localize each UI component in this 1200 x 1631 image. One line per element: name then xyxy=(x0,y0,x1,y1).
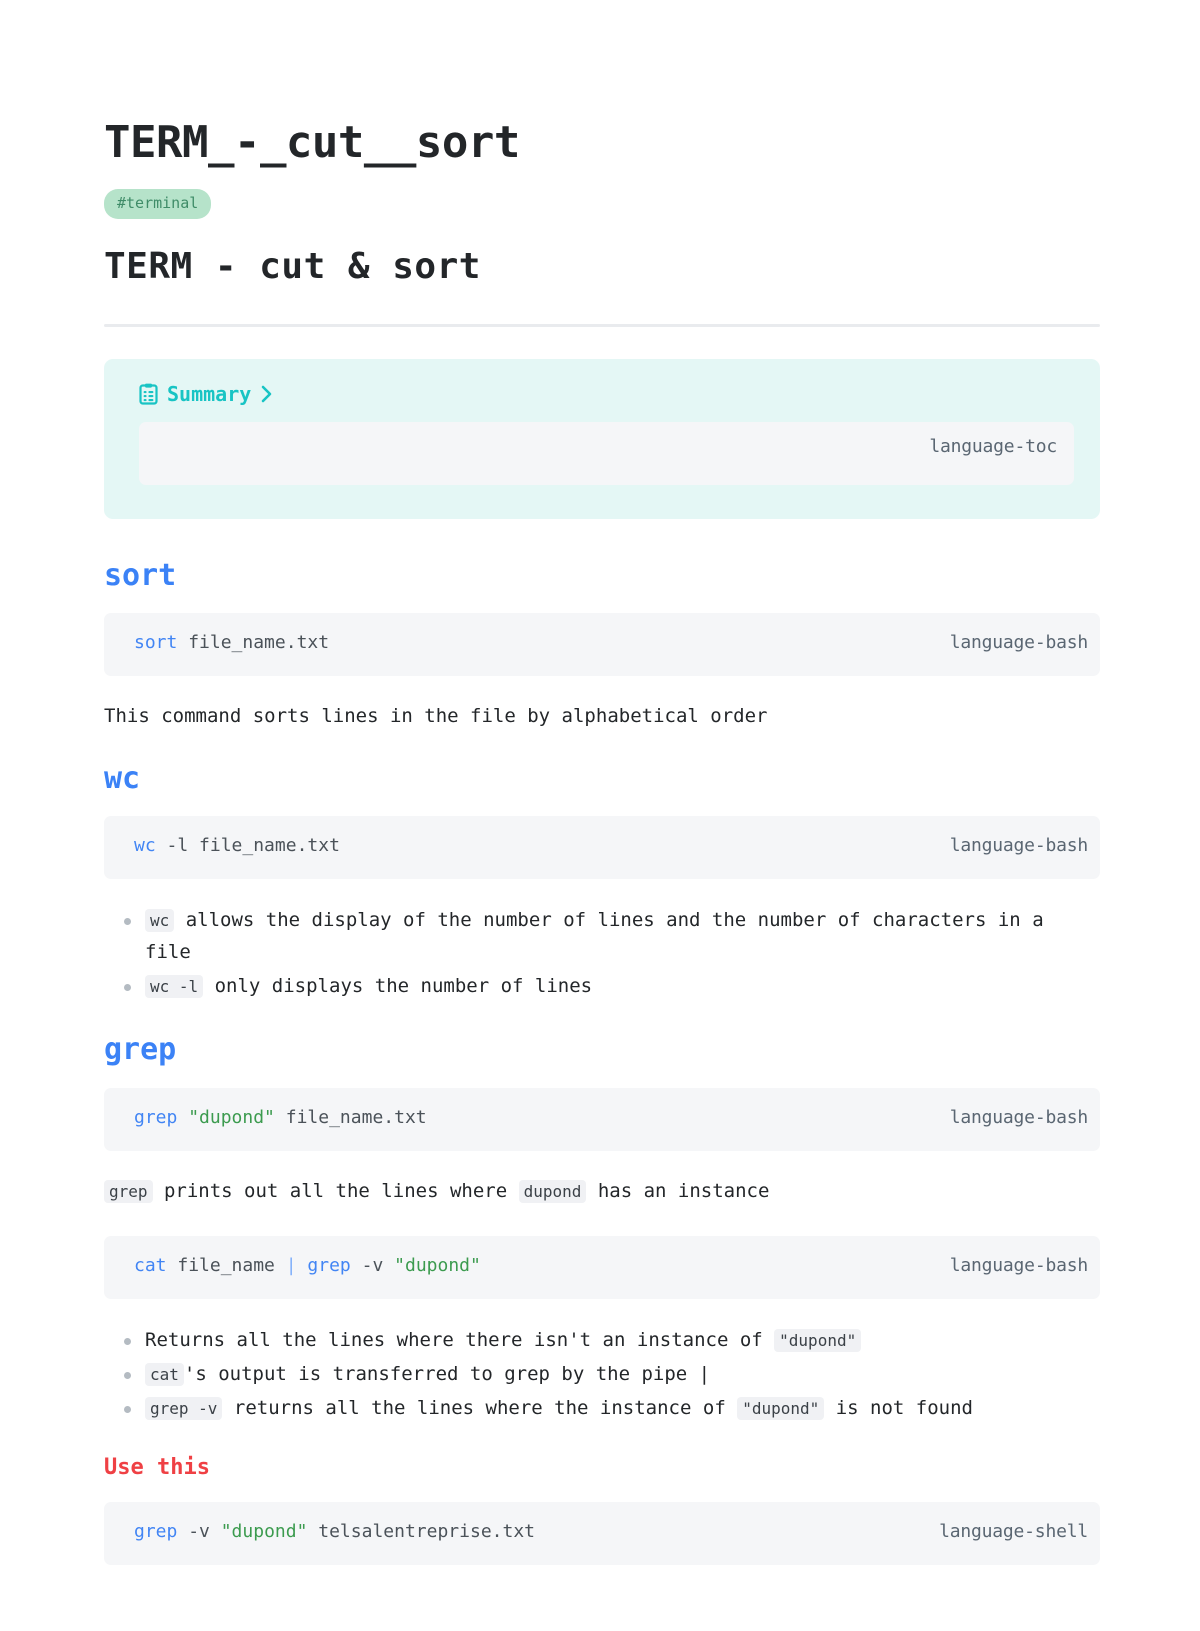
sections-root: sort sort file_name.txt language-bash This … xyxy=(104,557,1100,1566)
summary-label: Summary xyxy=(167,381,252,406)
code-token-keyword: wc xyxy=(134,835,156,857)
chevron-right-icon[interactable] xyxy=(260,385,273,403)
list-item: wc allows the display of the number of l… xyxy=(104,905,1100,969)
code-token-keyword: cat xyxy=(134,1255,167,1277)
inline-code: "dupond" xyxy=(737,1396,825,1420)
code-token-keyword: grep xyxy=(134,1106,178,1128)
list-item: cat's output is transferred to grep by t… xyxy=(104,1359,1100,1391)
text-run: Returns all the lines where there isn't … xyxy=(145,1329,775,1352)
section-paragraph: grep prints out all the lines where dupo… xyxy=(104,1177,1100,1206)
code-language-label: language-bash xyxy=(949,1106,1088,1128)
text-run: 's output is transferred to grep by the … xyxy=(183,1362,711,1385)
code-token-plain: file_name.txt xyxy=(177,632,330,654)
page-title: TERM_-_cut__sort xyxy=(104,117,520,168)
inline-code: wc -l xyxy=(145,975,204,999)
inline-code: grep xyxy=(104,1179,153,1203)
code-language-label: language-shell xyxy=(939,1521,1088,1543)
tag-row: #terminal xyxy=(104,189,1100,219)
inline-code: grep -v xyxy=(145,1396,223,1420)
code-token-plain: -l file_name.txt xyxy=(155,835,340,857)
code-token-plain: -v xyxy=(177,1521,221,1543)
document-page: TERM_-_cut__sort #terminal TERM - cut & … xyxy=(0,0,1200,1631)
inline-code: dupond xyxy=(518,1179,587,1203)
tag-terminal[interactable]: #terminal xyxy=(104,189,212,219)
code-language-label: language-bash xyxy=(949,632,1088,654)
code-language-label: language-bash xyxy=(949,835,1088,857)
code-token-plain: -v xyxy=(350,1255,395,1277)
inline-code: wc xyxy=(145,909,175,933)
code-token-string: "dupond" xyxy=(220,1521,308,1543)
section-heading-use-this: Use this xyxy=(104,1454,210,1480)
code-token-plain: file_name xyxy=(166,1255,286,1277)
section-heading-grep: grep xyxy=(104,1032,177,1068)
list-item: grep -v returns all the lines where the … xyxy=(104,1393,1100,1425)
text-run: has an instance xyxy=(586,1179,770,1202)
text-run: only displays the number of lines xyxy=(203,975,593,998)
text-run: is not found xyxy=(824,1396,973,1419)
text-run: prints out all the lines where xyxy=(152,1179,519,1202)
clipboard-list-icon xyxy=(139,383,158,405)
code-token-string: "dupond" xyxy=(394,1255,481,1277)
code-token-string: "dupond" xyxy=(188,1106,275,1128)
section-heading-wc: wc xyxy=(104,760,141,796)
code-token-keyword: sort xyxy=(134,632,178,654)
summary-code-language: language-toc xyxy=(929,435,1057,457)
text-run: returns all the lines where the instance… xyxy=(222,1396,738,1419)
list-item: wc -l only displays the number of lines xyxy=(104,971,1100,1003)
bullet-list: wc allows the display of the number of l… xyxy=(104,905,1100,1003)
bullet-list: Returns all the lines where there isn't … xyxy=(104,1325,1100,1425)
inline-code: cat xyxy=(145,1362,184,1386)
code-block: grep -v "dupond" telsalentreprise.txt lan… xyxy=(104,1502,1100,1566)
code-block: wc -l file_name.txt language-bash xyxy=(104,816,1100,880)
title-divider xyxy=(104,323,1100,327)
code-token-plain: telsalentreprise.txt xyxy=(307,1521,535,1543)
section-paragraph: This command sorts lines in the file by … xyxy=(104,705,768,728)
inline-code: "dupond" xyxy=(774,1329,862,1353)
summary-header[interactable]: Summary xyxy=(139,383,1074,405)
code-language-label: language-bash xyxy=(949,1255,1088,1277)
section-heading-sort: sort xyxy=(104,557,177,593)
summary-code-block: language-toc xyxy=(139,421,1074,485)
list-item: Returns all the lines where there isn't … xyxy=(104,1325,1100,1357)
code-block: sort file_name.txt language-bash xyxy=(104,613,1100,677)
code-token-pipe: | xyxy=(285,1255,297,1277)
code-block: grep "dupond" file_name.txt language-bash xyxy=(104,1087,1100,1151)
code-token-keyword: grep xyxy=(307,1255,351,1277)
code-token-plain: file_name.txt xyxy=(274,1106,427,1128)
code-block2: cat file_name | grep -v "dupond" language… xyxy=(104,1236,1100,1300)
code-token-keyword: grep xyxy=(134,1521,178,1543)
summary-callout: Summary language-toc xyxy=(104,358,1100,519)
document-heading: TERM - cut & sort xyxy=(104,245,481,287)
text-run: allows the display of the number of line… xyxy=(145,909,1044,964)
